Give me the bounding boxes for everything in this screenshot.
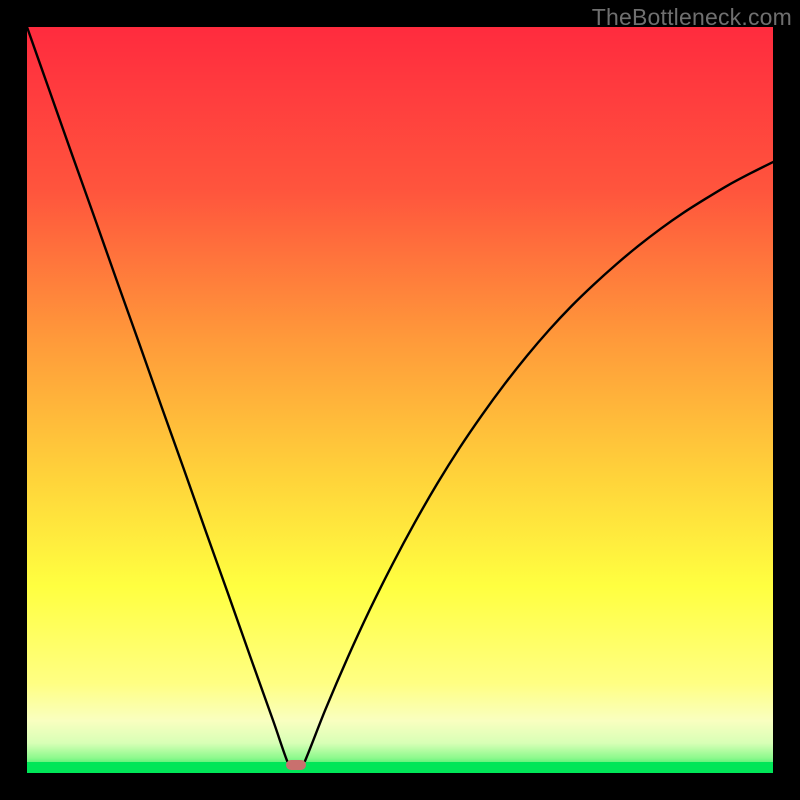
watermark-text: TheBottleneck.com — [592, 4, 792, 31]
baseline-bar — [27, 762, 773, 773]
chart-frame: TheBottleneck.com — [0, 0, 800, 800]
plot-area — [27, 27, 773, 773]
gradient-background — [27, 27, 773, 773]
minimum-marker — [286, 760, 306, 770]
